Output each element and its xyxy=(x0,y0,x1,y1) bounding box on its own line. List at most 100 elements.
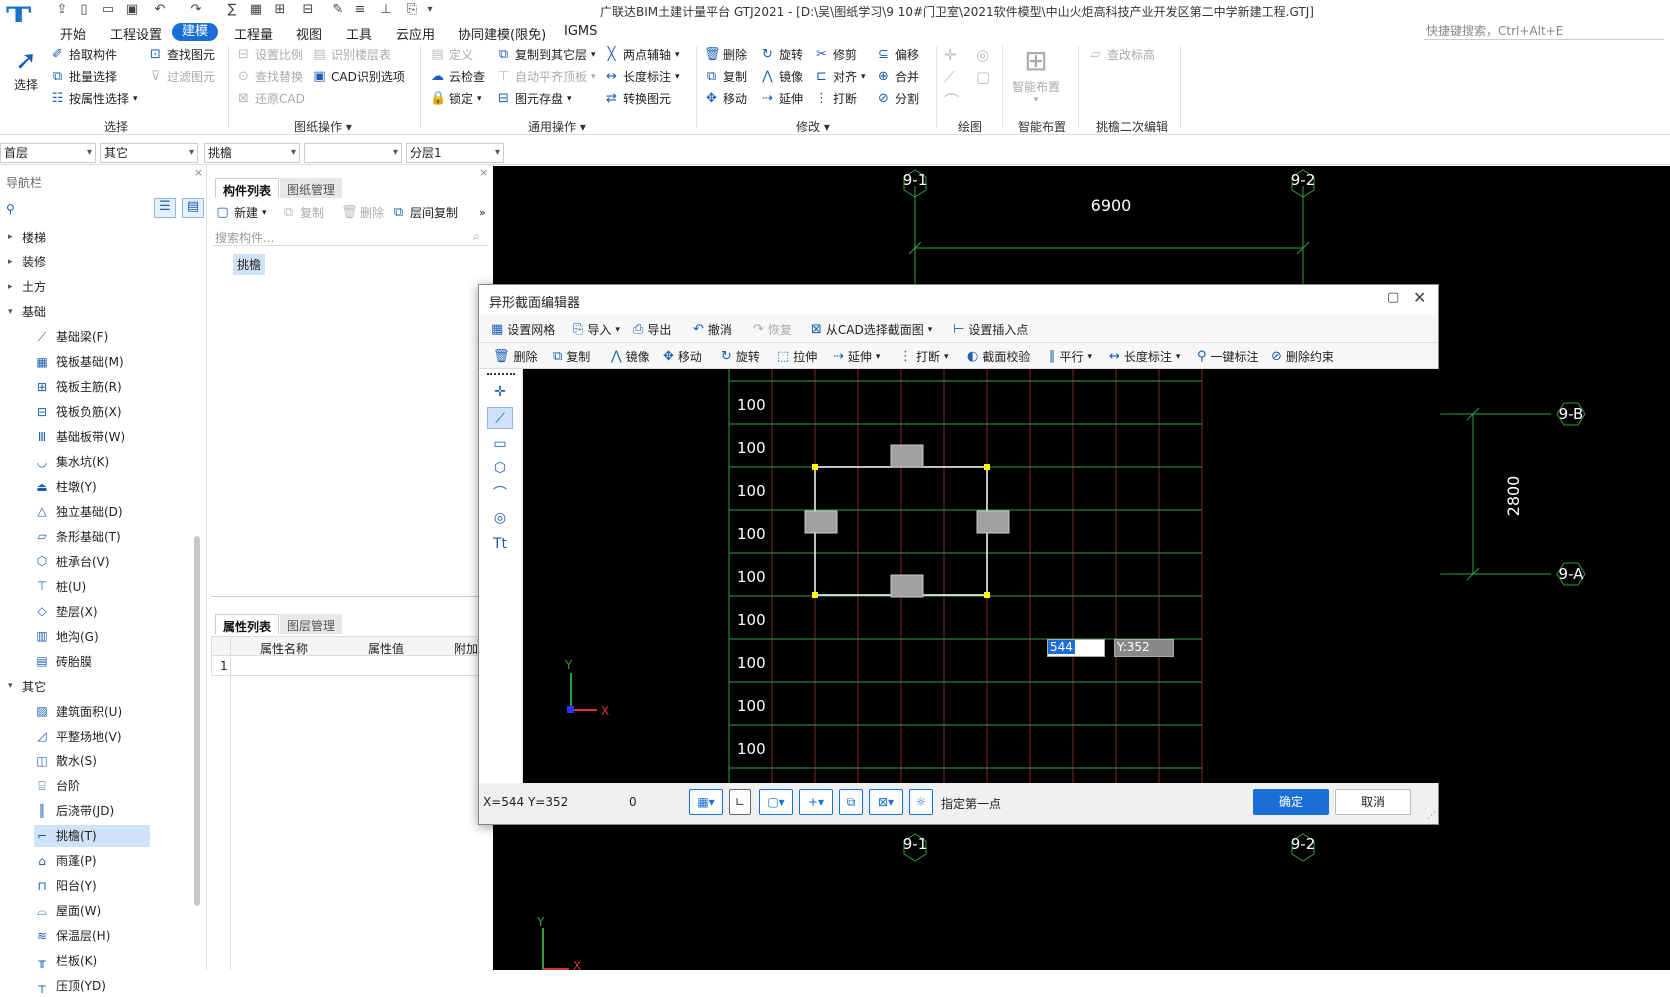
component-item[interactable]: 挑檐 xyxy=(233,254,266,275)
set-scale-button[interactable]: ⊟ 设置比例 xyxy=(236,46,303,63)
line-draw-icon[interactable]: ⟋ xyxy=(944,68,955,86)
nav-item[interactable]: ▥ 地沟(G) xyxy=(34,625,150,647)
define-button[interactable]: ▤ 定义 xyxy=(430,46,473,63)
set-grid-button[interactable]: ▦ 设置网格 xyxy=(491,321,555,338)
nav-item[interactable]: ┬ 压顶(YD) xyxy=(34,975,150,997)
floor-select[interactable]: 首层 xyxy=(0,143,96,163)
table-icon[interactable]: ▦ xyxy=(248,2,264,18)
nav-item[interactable]: ◡ 集水坑(K) xyxy=(34,451,150,473)
nav-item[interactable]: ⌐ 挑檐(T) xyxy=(34,824,150,847)
select-by-property-button[interactable]: ☷ 按属性选择 ▾ xyxy=(50,90,138,107)
polygon-tool-icon[interactable]: ⬡ xyxy=(487,457,513,479)
nav-item[interactable]: ▸ 楼梯 xyxy=(8,226,158,248)
coord-y-input[interactable]: Y:352 xyxy=(1114,639,1174,657)
nav-item[interactable]: ▾ 其它 xyxy=(8,675,158,697)
rect-tool-icon[interactable]: ▭ xyxy=(487,433,513,455)
element-save-button[interactable]: ⊟ 图元存盘 ▾ xyxy=(496,90,572,107)
export-icon[interactable]: ⎘ xyxy=(404,2,420,18)
grid-icon[interactable]: ⊞ xyxy=(272,2,288,18)
nav-item[interactable]: ≋ 保温层(H) xyxy=(34,925,150,947)
dlg-stretch-button[interactable]: ⬚ 拉伸 xyxy=(777,348,817,365)
list-view-icon[interactable]: ☰ xyxy=(154,198,176,218)
arc-tool-icon[interactable]: ⌒ xyxy=(487,483,513,505)
parallel-button[interactable]: ∥ 平行 ▾ xyxy=(1049,348,1092,365)
undo-button[interactable]: ↶ 撤消 xyxy=(693,321,732,338)
export-button[interactable]: ⎙ 导出 xyxy=(633,321,671,338)
ruler-icon[interactable]: ⊥ xyxy=(378,2,394,18)
nav-item[interactable]: ⌂ 雨蓬(P) xyxy=(34,850,150,872)
trim-button[interactable]: ✂ 修剪 xyxy=(814,46,857,63)
one-key-dim-button[interactable]: ⚲ 一键标注 xyxy=(1197,348,1259,365)
shortcut-search[interactable]: 快捷键搜索，Ctrl+Alt+E xyxy=(1424,22,1664,40)
copy-between-floors-button[interactable]: ⧉ 层间复制 xyxy=(391,204,458,221)
menu-tools[interactable]: 工具 xyxy=(346,24,372,43)
break-button[interactable]: ⋮ 打断 xyxy=(814,90,857,107)
nav-item[interactable]: ▸ 土方 xyxy=(8,276,158,298)
pin-icon[interactable]: ⚲ xyxy=(6,202,15,216)
cloud-check-button[interactable]: ☁ 云检查 xyxy=(430,68,485,85)
menu-project-settings[interactable]: 工程设置 xyxy=(110,24,162,43)
nav-item[interactable]: ◇ 垫层(X) xyxy=(34,600,150,622)
split-button[interactable]: ⊘ 分割 xyxy=(876,90,919,107)
open-folder-icon[interactable]: ▭ xyxy=(100,2,116,18)
nav-item[interactable]: △ 独立基础(D) xyxy=(34,500,150,522)
track-toggle[interactable]: +▾ xyxy=(799,789,833,815)
move-button[interactable]: ✥ 移动 xyxy=(704,90,747,107)
set-insert-point-button[interactable]: ⊢ 设置插入点 xyxy=(953,321,1028,338)
extend-button[interactable]: ⇢ 延伸 xyxy=(760,90,803,107)
nav-item[interactable]: ║ 后浇带(JD) xyxy=(34,800,150,822)
more-icon[interactable]: » xyxy=(479,206,486,219)
menu-igms[interactable]: IGMS xyxy=(564,24,597,39)
section-drawing-area[interactable]: 100 100 100 100 100 100 100 100 100 Y X xyxy=(523,369,1440,783)
nav-item[interactable]: ▦ 筏板基础(M) xyxy=(34,351,150,373)
nav-item[interactable]: ▸ 装修 xyxy=(8,251,158,273)
ok-button[interactable]: 确定 xyxy=(1253,789,1329,815)
point-tool-icon[interactable]: ✛ xyxy=(487,381,513,403)
nav-item[interactable]: ▾ 基础 xyxy=(8,301,158,323)
nav-item[interactable]: ⊤ 桩(U) xyxy=(34,575,150,597)
nav-item[interactable]: ⬡ 桩承台(V) xyxy=(34,550,150,572)
merge-button[interactable]: ⊕ 合并 xyxy=(876,68,919,85)
nav-item[interactable]: ▤ 砖胎膜 xyxy=(34,650,150,672)
import-button[interactable]: ⎘ 导入 ▾ xyxy=(573,321,620,338)
nav-item[interactable]: Ⅲ 基础板带(W) xyxy=(34,426,150,448)
save-icon[interactable]: ▣ xyxy=(124,2,140,18)
report-icon[interactable]: ⊟ xyxy=(300,2,316,18)
menu-quantity[interactable]: 工程量 xyxy=(234,24,273,43)
select-from-cad-button[interactable]: ⊠ 从CAD选择截面图 ▾ xyxy=(811,321,932,338)
section-check-button[interactable]: ◐ 截面校验 xyxy=(967,348,1030,365)
dlg-move-button[interactable]: ✥ 移动 xyxy=(663,348,702,365)
dlg-break-button[interactable]: ⋮ 打断 ▾ xyxy=(899,348,949,365)
customize-icon[interactable]: ▾ xyxy=(422,2,438,18)
nav-item[interactable]: ⌓ 屋面(W) xyxy=(34,900,150,922)
menu-collab[interactable]: 协同建模(限免) xyxy=(458,24,546,43)
copy-button[interactable]: ⧉ 复制 xyxy=(704,68,747,85)
object-snap-toggle[interactable]: ▢▾ xyxy=(759,789,793,815)
new-component-button[interactable]: ▢ 新建 ▾ xyxy=(215,204,266,221)
layers-icon[interactable]: ≡ xyxy=(352,2,368,18)
rotate-button[interactable]: ↻ 旋转 xyxy=(760,46,803,63)
circle-draw-icon[interactable]: ◎ xyxy=(976,46,989,64)
menu-start[interactable]: 开始 xyxy=(60,24,86,43)
offset-button[interactable]: ⊆ 偏移 xyxy=(876,46,919,63)
arc-draw-icon[interactable]: ⌒ xyxy=(944,90,959,111)
lock-button[interactable]: 🔒 锁定 ▾ xyxy=(430,90,482,107)
filter-element-button[interactable]: ⊽ 过滤图元 xyxy=(148,68,215,85)
close-icon[interactable]: × xyxy=(479,166,488,179)
collapse-arrow-icon[interactable]: ▾ xyxy=(8,307,18,317)
text-tool-icon[interactable]: Tt xyxy=(487,533,513,555)
length-dim-button[interactable]: ↔ 长度标注 ▾ xyxy=(604,68,680,85)
edit-icon[interactable]: ✎ xyxy=(330,2,346,18)
type-select[interactable]: 挑檐 xyxy=(204,143,300,163)
tab-drawing-management[interactable]: 图纸管理 xyxy=(280,178,343,198)
grid-snap-toggle[interactable]: ▦▾ xyxy=(689,789,723,815)
nav-item[interactable]: ▨ 建筑面积(U) xyxy=(34,700,150,722)
dlg-copy-button[interactable]: ⧉ 复制 xyxy=(553,348,590,365)
find-element-button[interactable]: ⊡ 查找图元 xyxy=(148,46,215,63)
coord-x-input[interactable]: 544 xyxy=(1047,639,1105,657)
maximize-icon[interactable]: ▢ xyxy=(1387,290,1399,305)
detail-view-icon[interactable]: ▤ xyxy=(182,198,204,218)
expand-arrow-icon[interactable]: ▸ xyxy=(8,282,18,292)
dlg-mirror-button[interactable]: ⋀ 镜像 xyxy=(611,348,650,365)
pick-component-button[interactable]: ✐ 拾取构件 xyxy=(50,46,117,63)
